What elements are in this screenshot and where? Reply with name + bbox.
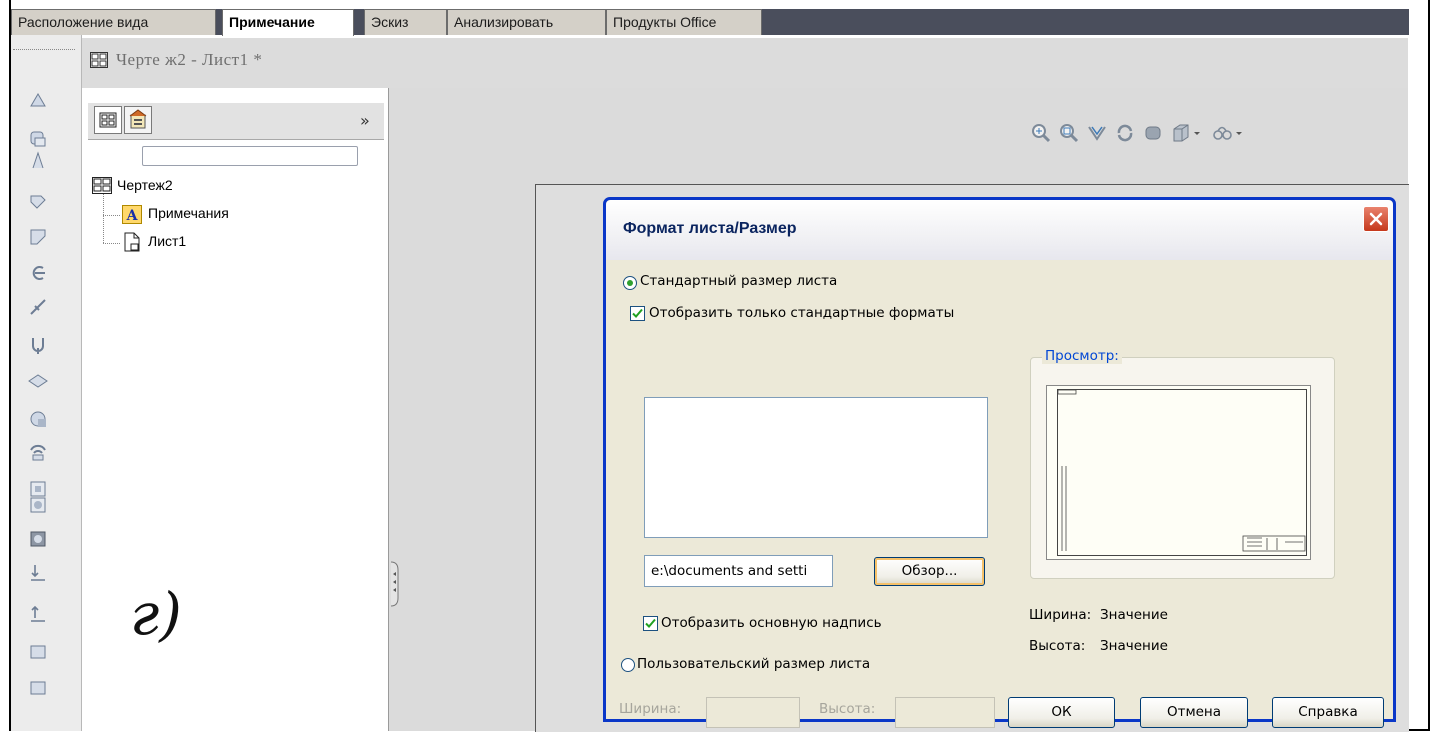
standard-size-label[interactable]: Стандартный размер листа xyxy=(640,273,837,289)
rotate-icon[interactable] xyxy=(1114,122,1136,144)
smart-dimension-icon[interactable] xyxy=(27,90,49,112)
block-icon[interactable] xyxy=(27,494,49,516)
close-icon xyxy=(1369,212,1383,226)
width-value: Значение xyxy=(1100,607,1168,623)
show-title-block-label[interactable]: Отобразить основную надпись xyxy=(661,615,882,631)
tab-sketch[interactable]: Эскиз xyxy=(364,9,447,35)
custom-width-label: Ширина: xyxy=(619,701,682,717)
only-standard-label[interactable]: Отобразить только стандартные форматы xyxy=(649,305,954,321)
drawing-document-icon xyxy=(90,52,108,68)
cancel-button[interactable]: Отмена xyxy=(1140,697,1248,728)
custom-size-label[interactable]: Пользовательский размер листа xyxy=(637,656,870,672)
dropdown-arrow-icon[interactable] xyxy=(1192,122,1202,144)
checkmark-icon xyxy=(645,618,656,628)
tree-item-root[interactable]: Чертеж2 xyxy=(117,177,173,193)
custom-size-radio[interactable] xyxy=(621,658,635,672)
ok-button[interactable]: ОК xyxy=(1008,697,1115,728)
sheet-preview xyxy=(1046,385,1311,560)
tree-filter-input[interactable] xyxy=(142,146,358,166)
width-label: Ширина: xyxy=(1029,607,1092,623)
balloon-icon[interactable] xyxy=(27,262,49,284)
annotations-folder-icon: A xyxy=(122,205,142,224)
center-mark-icon[interactable] xyxy=(27,528,49,550)
tab-evaluate[interactable]: Анализировать xyxy=(447,9,606,35)
preview-drawing xyxy=(1057,389,1306,552)
show-title-block-checkbox[interactable] xyxy=(643,616,658,631)
custom-height-input xyxy=(895,697,995,728)
tab-feature-tree[interactable] xyxy=(94,106,122,134)
sheet-format-dialog: Формат листа/Размер Стандартный размер л… xyxy=(603,197,1396,728)
auto-balloon-icon[interactable] xyxy=(27,296,49,318)
table-icon[interactable] xyxy=(27,676,49,698)
height-value: Значение xyxy=(1100,638,1168,654)
sheet-icon xyxy=(124,232,140,252)
panel-resize-grip[interactable] xyxy=(388,560,400,608)
dialog-title: Формат листа/Размер xyxy=(623,220,797,237)
drawing-document-icon xyxy=(92,177,112,194)
custom-width-input xyxy=(706,697,800,728)
preview-legend: Просмотр: xyxy=(1042,348,1122,364)
tree-connector xyxy=(103,243,120,244)
tree-item-annotations[interactable]: Примечания xyxy=(148,205,229,221)
property-manager-icon xyxy=(129,109,147,129)
sheet-format-path-input[interactable]: e:\documents and setti xyxy=(644,555,833,587)
tree-connector xyxy=(103,215,120,216)
sheet-size-list[interactable] xyxy=(644,397,988,538)
close-button[interactable] xyxy=(1363,206,1389,232)
radio-dot xyxy=(627,280,633,286)
tree-connector xyxy=(103,193,104,243)
dialog-body: Стандартный размер листа Отобразить толь… xyxy=(606,260,1393,728)
standard-size-radio[interactable] xyxy=(623,276,637,290)
document-title: Черте ж2 - Лист1 * xyxy=(116,50,263,69)
weld-symbol-icon[interactable] xyxy=(27,370,49,392)
expand-panel-icon[interactable]: » xyxy=(360,111,370,130)
note-icon[interactable] xyxy=(27,226,49,248)
custom-height-label: Высота: xyxy=(819,701,876,717)
gtol-icon[interactable] xyxy=(27,440,49,462)
document-title-bar xyxy=(82,38,1408,89)
spell-icon[interactable] xyxy=(27,150,49,172)
previous-view-icon[interactable] xyxy=(1086,122,1108,144)
height-label: Высота: xyxy=(1029,638,1086,654)
tree-item-sheet1[interactable]: Лист1 xyxy=(148,233,186,249)
dialog-title-bar[interactable]: Формат листа/Размер xyxy=(606,200,1393,260)
command-manager-tabs: Расположение вида Примечание Эскиз Анали… xyxy=(11,9,1409,36)
only-standard-checkbox[interactable] xyxy=(630,306,645,321)
tab-annotation[interactable]: Примечание xyxy=(222,9,354,36)
hide-show-icon[interactable] xyxy=(1212,122,1234,144)
zoom-to-area-icon[interactable] xyxy=(1058,122,1080,144)
pan-icon[interactable] xyxy=(1142,122,1164,144)
surface-finish-icon[interactable] xyxy=(27,334,49,356)
display-style-icon[interactable] xyxy=(1170,122,1192,144)
drawing-tree-icon xyxy=(99,112,117,128)
handwritten-annotation: г) xyxy=(130,580,182,648)
checkmark-icon xyxy=(632,308,643,318)
zoom-to-fit-icon[interactable] xyxy=(1030,122,1052,144)
centerline-icon[interactable] xyxy=(27,562,49,584)
revision-icon[interactable] xyxy=(27,640,49,662)
area-hatch-icon[interactable] xyxy=(27,602,49,624)
browse-button[interactable]: Обзор... xyxy=(874,557,985,586)
dropdown-arrow-icon[interactable] xyxy=(1234,122,1244,144)
tab-property-manager[interactable] xyxy=(124,106,152,134)
tab-view-layout[interactable]: Расположение вида xyxy=(11,9,216,35)
model-items-icon[interactable] xyxy=(27,128,49,150)
help-button[interactable]: Справка xyxy=(1272,697,1384,728)
format-painter-icon[interactable] xyxy=(27,190,49,212)
svg-text:A: A xyxy=(126,208,139,224)
hole-callout-icon[interactable] xyxy=(27,408,49,430)
tab-office-products[interactable]: Продукты Office xyxy=(606,9,762,35)
toolbar-grip[interactable] xyxy=(13,49,75,53)
